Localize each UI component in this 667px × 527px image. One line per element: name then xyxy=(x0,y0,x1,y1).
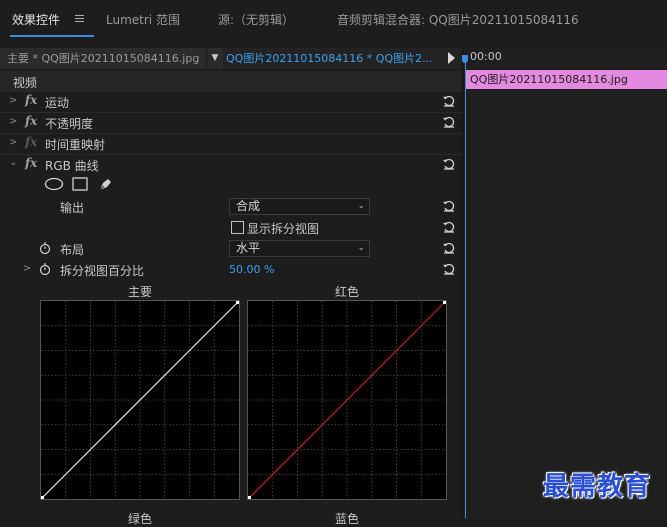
chevron-right-icon[interactable]: > xyxy=(23,263,31,274)
fx-toggle-icon[interactable]: fx xyxy=(25,93,37,107)
curve-label-blue: 蓝色 xyxy=(334,512,359,526)
effect-row-time-remap[interactable]: > fx 时间重映射 xyxy=(0,133,462,154)
layout-value: 水平 xyxy=(236,241,261,255)
play-icon[interactable] xyxy=(448,52,455,64)
fx-toggle-icon[interactable]: fx xyxy=(25,156,37,170)
effect-row-opacity[interactable]: > fx 不透明度 xyxy=(0,112,462,133)
chevron-right-icon[interactable]: > xyxy=(9,116,17,127)
effect-name: 不透明度 xyxy=(45,117,94,131)
curve-label-red: 红色 xyxy=(334,285,359,299)
chevron-down-icon[interactable]: ▼ xyxy=(206,48,223,69)
reset-icon[interactable] xyxy=(442,157,456,171)
split-view-row: 显示拆分视图 xyxy=(0,217,462,238)
curve-label-green: 绿色 xyxy=(127,512,152,526)
master-curve-graph[interactable] xyxy=(40,300,240,500)
output-value: 合成 xyxy=(236,199,261,213)
curve-control-point[interactable] xyxy=(40,496,44,500)
panel-tab-bar: 效果控件 Lumetri 范围 源:（无剪辑） 音频剪辑混合器: QQ图片202… xyxy=(0,0,667,40)
curve-control-point[interactable] xyxy=(247,496,251,500)
layout-dropdown[interactable]: 水平 ⌄ xyxy=(229,240,370,257)
ellipse-mask-icon[interactable] xyxy=(44,177,64,191)
tab-audio-clip-mixer[interactable]: 音频剪辑混合器: QQ图片20211015084116 xyxy=(337,11,579,28)
playhead-line[interactable] xyxy=(465,60,466,518)
effect-row-rgb-curves[interactable]: ⌄ fx RGB 曲线 xyxy=(0,154,462,175)
output-label: 输出 xyxy=(60,201,85,215)
pen-mask-icon[interactable] xyxy=(98,176,114,192)
mini-timeline[interactable] xyxy=(462,48,667,518)
reset-icon[interactable] xyxy=(442,199,456,213)
rectangle-mask-icon[interactable] xyxy=(72,177,88,191)
sequence-clip-label[interactable]: QQ图片20211015084116 * QQ图片2... xyxy=(226,48,448,69)
split-view-checkbox[interactable] xyxy=(231,221,244,234)
watermark-logo: 最需教育 xyxy=(543,472,652,502)
red-curve-graph[interactable] xyxy=(247,300,447,500)
fx-toggle-icon[interactable]: fx xyxy=(25,114,37,128)
chevron-down-icon: ⌄ xyxy=(357,201,365,211)
tab-source[interactable]: 源:（无剪辑） xyxy=(218,11,294,28)
curve-control-point[interactable] xyxy=(236,300,240,304)
source-bar: 主要 * QQ图片20211015084116.jpg ▼ QQ图片202110… xyxy=(0,48,462,69)
timeline-timecode: 00:00 xyxy=(470,50,502,63)
fx-toggle-icon[interactable]: fx xyxy=(25,135,37,149)
effect-name: RGB 曲线 xyxy=(45,159,99,173)
split-percent-row: > 拆分视图百分比 50.00 % xyxy=(0,259,462,280)
stopwatch-icon[interactable] xyxy=(39,263,51,275)
reset-icon[interactable] xyxy=(442,241,456,255)
playhead-handle[interactable] xyxy=(462,55,468,63)
active-tab-indicator xyxy=(10,35,94,37)
split-percent-label: 拆分视图百分比 xyxy=(60,264,145,278)
curve-control-point[interactable] xyxy=(443,300,447,304)
output-row: 输出 合成 ⌄ xyxy=(0,196,462,217)
tab-effect-controls[interactable]: 效果控件 xyxy=(12,11,60,28)
layout-label: 布局 xyxy=(60,243,85,257)
section-title: 视频 xyxy=(13,76,38,90)
chevron-right-icon[interactable]: > xyxy=(9,95,17,106)
reset-icon[interactable] xyxy=(442,94,456,108)
split-percent-value[interactable]: 50.00 % xyxy=(229,263,274,276)
curve-label-master: 主要 xyxy=(127,285,152,299)
timeline-clip[interactable]: QQ图片20211015084116.jpg xyxy=(466,70,667,89)
master-clip-label[interactable]: 主要 * QQ图片20211015084116.jpg xyxy=(0,48,206,69)
chevron-right-icon[interactable]: > xyxy=(9,137,17,148)
effect-name: 时间重映射 xyxy=(45,138,106,152)
chevron-down-icon[interactable]: ⌄ xyxy=(9,157,17,168)
output-dropdown[interactable]: 合成 ⌄ xyxy=(229,198,370,215)
split-view-label[interactable]: 显示拆分视图 xyxy=(247,220,319,237)
chevron-down-icon: ⌄ xyxy=(357,243,365,253)
reset-icon[interactable] xyxy=(442,115,456,129)
tab-lumetri-scopes[interactable]: Lumetri 范围 xyxy=(106,11,180,28)
panel-menu-icon[interactable] xyxy=(75,15,84,23)
reset-icon[interactable] xyxy=(442,220,456,234)
reset-icon[interactable] xyxy=(442,262,456,276)
effect-name: 运动 xyxy=(45,96,70,110)
video-section-header: 视频 xyxy=(0,71,462,92)
stopwatch-icon[interactable] xyxy=(39,242,51,254)
layout-row: 布局 水平 ⌄ xyxy=(0,238,462,259)
effect-row-motion[interactable]: > fx 运动 xyxy=(0,91,462,112)
